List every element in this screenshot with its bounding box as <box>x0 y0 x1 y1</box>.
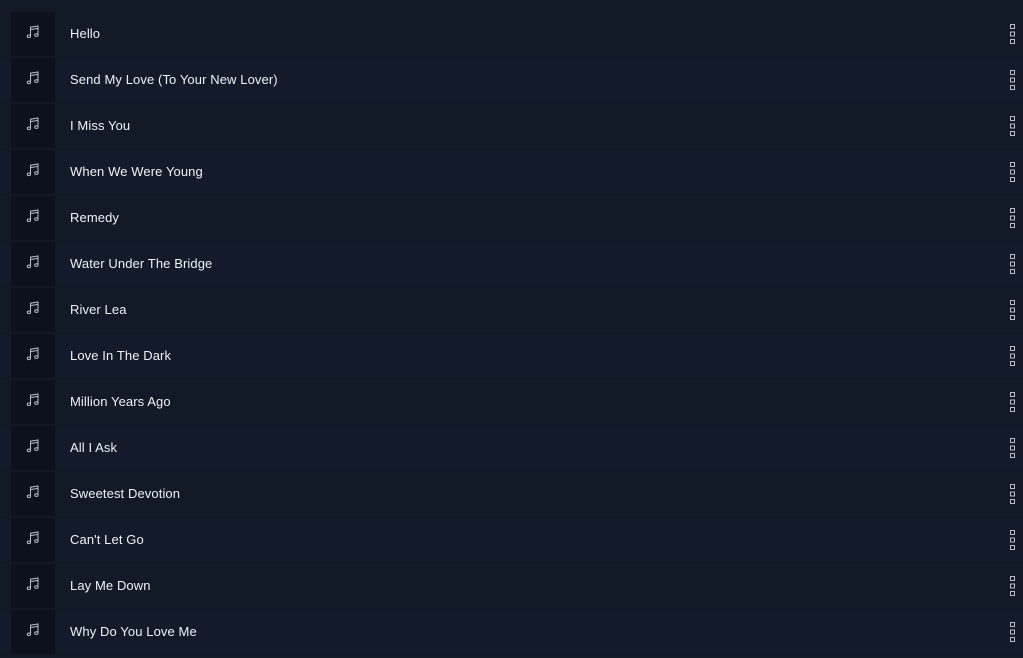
more-vertical-icon <box>1009 253 1017 275</box>
more-vertical-icon <box>1009 23 1017 45</box>
track-title[interactable]: Lay Me Down <box>70 564 151 608</box>
music-note-icon <box>25 116 41 137</box>
more-vertical-icon <box>1009 621 1017 643</box>
more-options-button[interactable] <box>1009 69 1017 91</box>
track-thumbnail <box>11 564 55 608</box>
more-vertical-icon <box>1009 345 1017 367</box>
track-list: Hello Send My Love (To Your New Lover) I… <box>0 0 1023 658</box>
track-thumbnail <box>11 426 55 470</box>
track-title[interactable]: Hello <box>70 12 100 56</box>
more-vertical-icon <box>1009 529 1017 551</box>
track-row[interactable]: Can't Let Go <box>0 518 1023 562</box>
more-vertical-icon <box>1009 299 1017 321</box>
music-note-icon <box>25 484 41 505</box>
track-title[interactable]: Sweetest Devotion <box>70 472 180 516</box>
music-note-icon <box>25 530 41 551</box>
more-options-button[interactable] <box>1009 23 1017 45</box>
track-title[interactable]: Send My Love (To Your New Lover) <box>70 58 278 102</box>
track-thumbnail <box>11 196 55 240</box>
music-note-icon <box>25 70 41 91</box>
track-row[interactable]: Million Years Ago <box>0 380 1023 424</box>
more-options-button[interactable] <box>1009 115 1017 137</box>
track-row[interactable]: Remedy <box>0 196 1023 240</box>
more-vertical-icon <box>1009 207 1017 229</box>
more-vertical-icon <box>1009 575 1017 597</box>
track-row[interactable]: River Lea <box>0 288 1023 332</box>
music-note-icon <box>25 254 41 275</box>
more-vertical-icon <box>1009 161 1017 183</box>
more-options-button[interactable] <box>1009 345 1017 367</box>
track-row[interactable]: All I Ask <box>0 426 1023 470</box>
track-title[interactable]: Can't Let Go <box>70 518 144 562</box>
track-title[interactable]: Love In The Dark <box>70 334 171 378</box>
more-options-button[interactable] <box>1009 299 1017 321</box>
more-options-button[interactable] <box>1009 391 1017 413</box>
track-row[interactable]: Love In The Dark <box>0 334 1023 378</box>
music-note-icon <box>25 438 41 459</box>
more-vertical-icon <box>1009 115 1017 137</box>
track-row[interactable]: I Miss You <box>0 104 1023 148</box>
more-vertical-icon <box>1009 437 1017 459</box>
track-thumbnail <box>11 150 55 194</box>
track-thumbnail <box>11 472 55 516</box>
more-options-button[interactable] <box>1009 161 1017 183</box>
music-note-icon <box>25 300 41 321</box>
track-thumbnail <box>11 12 55 56</box>
track-title[interactable]: Why Do You Love Me <box>70 610 197 654</box>
track-thumbnail <box>11 334 55 378</box>
more-vertical-icon <box>1009 69 1017 91</box>
track-row[interactable]: Why Do You Love Me <box>0 610 1023 654</box>
more-vertical-icon <box>1009 483 1017 505</box>
more-options-button[interactable] <box>1009 575 1017 597</box>
track-thumbnail <box>11 58 55 102</box>
track-title[interactable]: Water Under The Bridge <box>70 242 212 286</box>
music-note-icon <box>25 622 41 643</box>
track-title[interactable]: Million Years Ago <box>70 380 171 424</box>
track-thumbnail <box>11 288 55 332</box>
music-note-icon <box>25 208 41 229</box>
track-thumbnail <box>11 380 55 424</box>
track-title[interactable]: Remedy <box>70 196 119 240</box>
more-options-button[interactable] <box>1009 253 1017 275</box>
track-title[interactable]: I Miss You <box>70 104 130 148</box>
music-note-icon <box>25 346 41 367</box>
track-row[interactable]: When We Were Young <box>0 150 1023 194</box>
track-row[interactable]: Send My Love (To Your New Lover) <box>0 58 1023 102</box>
music-note-icon <box>25 24 41 45</box>
more-options-button[interactable] <box>1009 437 1017 459</box>
track-title[interactable]: River Lea <box>70 288 127 332</box>
track-row[interactable]: Lay Me Down <box>0 564 1023 608</box>
track-thumbnail <box>11 104 55 148</box>
track-thumbnail <box>11 242 55 286</box>
track-title[interactable]: When We Were Young <box>70 150 203 194</box>
track-thumbnail <box>11 610 55 654</box>
more-options-button[interactable] <box>1009 483 1017 505</box>
track-thumbnail <box>11 518 55 562</box>
track-row[interactable]: Hello <box>0 12 1023 56</box>
track-row[interactable]: Sweetest Devotion <box>0 472 1023 516</box>
more-options-button[interactable] <box>1009 621 1017 643</box>
music-note-icon <box>25 576 41 597</box>
track-row[interactable]: Water Under The Bridge <box>0 242 1023 286</box>
music-note-icon <box>25 392 41 413</box>
music-note-icon <box>25 162 41 183</box>
track-title[interactable]: All I Ask <box>70 426 117 470</box>
more-options-button[interactable] <box>1009 529 1017 551</box>
more-options-button[interactable] <box>1009 207 1017 229</box>
more-vertical-icon <box>1009 391 1017 413</box>
